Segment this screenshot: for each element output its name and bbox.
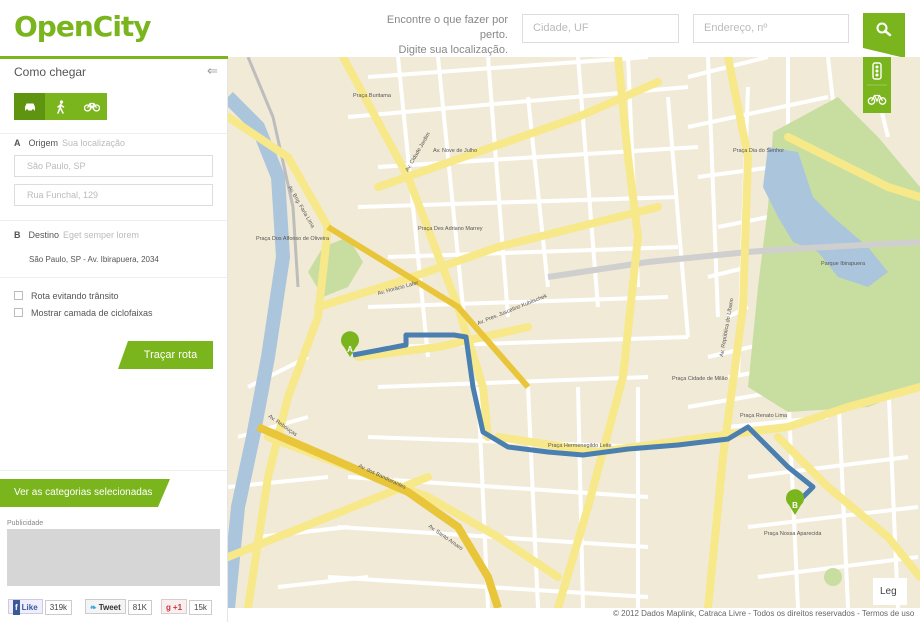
- origin-label: A Origem Sua localização: [14, 138, 125, 148]
- place-label: Praça Cidade de Milão: [672, 376, 728, 382]
- search-hint-line1: Encontre o que fazer por perto.: [386, 14, 508, 41]
- tweet-button[interactable]: ❧ Tweet: [85, 599, 126, 614]
- avoid-traffic-checkbox[interactable]: [14, 291, 23, 300]
- map-view[interactable]: Av. Nove de Julho Av. Pres. Juscelino Ku…: [228, 57, 920, 608]
- tweet-count: 81K: [127, 600, 153, 615]
- google-plus-icon: g: [166, 603, 171, 612]
- destination-title: Destino: [28, 230, 60, 240]
- destination-marker-label: B: [792, 501, 798, 510]
- bicycle-icon[interactable]: [867, 94, 887, 105]
- place-label: Praça Des Adriano Marrey: [418, 226, 483, 232]
- avoid-traffic-option[interactable]: Rota evitando trânsito: [14, 291, 119, 301]
- bike-lanes-option[interactable]: Mostrar camada de ciclofaixas: [14, 308, 153, 318]
- google-plus-count: 15k: [189, 600, 212, 615]
- destination-hint[interactable]: Eget semper lorem: [63, 230, 139, 240]
- logo[interactable]: OpenCity: [14, 10, 152, 43]
- bike-lanes-label: Mostrar camada de ciclofaixas: [31, 308, 153, 318]
- avoid-traffic-label: Rota evitando trânsito: [31, 291, 119, 301]
- origin-title: Origem: [28, 138, 59, 148]
- origin-letter: A: [14, 138, 21, 148]
- place-label: Praça Dos Alfonso de Oliveira: [256, 236, 330, 242]
- advertising-label: Publicidade: [7, 520, 44, 527]
- search-hint-line2: Digite sua localização.: [398, 44, 508, 56]
- car-icon: [24, 103, 35, 112]
- legend-button[interactable]: Leg: [873, 578, 907, 605]
- origin-hint[interactable]: Sua localização: [62, 138, 125, 148]
- map-controls-icons: [867, 62, 887, 105]
- traffic-light-icon[interactable]: [872, 62, 882, 80]
- header: OpenCity Encontre o que fazer por perto.…: [0, 0, 920, 58]
- facebook-icon: f: [13, 600, 20, 615]
- walking-icon: [56, 99, 64, 114]
- divider: [0, 133, 227, 134]
- place-label: Parque Ibirapuera: [821, 261, 866, 267]
- origin-street-input[interactable]: Rua Funchal, 129: [14, 184, 213, 206]
- origin-marker-label: A: [347, 345, 353, 354]
- advertising-banner[interactable]: [7, 529, 220, 586]
- google-plus-widget[interactable]: g +1 15k: [161, 599, 212, 615]
- destination-label: B Destino Eget semper lorem: [14, 230, 139, 240]
- destination-value[interactable]: São Paulo, SP - Av. Ibirapuera, 2034: [29, 255, 159, 264]
- google-plus-label: +1: [172, 603, 183, 612]
- walk-mode-button[interactable]: [45, 93, 76, 120]
- twitter-bird-icon: ❧: [90, 603, 97, 612]
- place-label: Praça Nossa Aparecida: [764, 531, 822, 537]
- transport-mode-selector: [14, 93, 107, 120]
- trace-route-button[interactable]: Traçar rota: [118, 341, 213, 369]
- origin-city-input[interactable]: São Paulo, SP: [14, 155, 213, 177]
- google-plus-button[interactable]: g +1: [161, 599, 188, 614]
- view-categories-button[interactable]: Ver as categorias selecionadas: [0, 479, 170, 507]
- bike-mode-button[interactable]: [76, 93, 107, 120]
- facebook-like-button[interactable]: f Like: [8, 599, 43, 615]
- divider: [0, 277, 227, 278]
- facebook-like-label: Like: [21, 603, 38, 612]
- search-button[interactable]: [863, 13, 905, 58]
- place-label: Praça Hermenegildo Leite: [548, 443, 612, 449]
- destination-letter: B: [14, 230, 21, 240]
- divider: [0, 470, 227, 471]
- map-copyright: © 2012 Dados Maplink, Catraca Livre - To…: [613, 609, 915, 618]
- panel-title: Como chegar: [14, 65, 87, 79]
- back-arrow-icon[interactable]: ⇐: [207, 63, 218, 79]
- street-label: Av. Nove de Julho: [433, 148, 477, 154]
- facebook-like-count: 319k: [44, 600, 73, 615]
- place-label: Praça Renato Lima: [740, 413, 788, 419]
- map-layer-controls: [863, 57, 891, 113]
- place-label: Praça Buritama: [353, 93, 392, 99]
- search-hint: Encontre o que fazer por perto. Digite s…: [362, 13, 508, 58]
- search-icon: [876, 22, 892, 37]
- facebook-like-widget[interactable]: f Like 319k: [8, 599, 73, 615]
- address-input[interactable]: Endereço, nº: [693, 14, 849, 43]
- car-mode-button[interactable]: [14, 93, 45, 120]
- map-canvas[interactable]: Av. Nove de Julho Av. Pres. Juscelino Ku…: [228, 57, 920, 608]
- place-label: Praça Dia do Senhor: [733, 148, 784, 154]
- bike-lanes-checkbox[interactable]: [14, 308, 23, 317]
- divider: [0, 220, 227, 221]
- city-input[interactable]: Cidade, UF: [522, 14, 679, 43]
- directions-panel: Como chegar ⇐ A Origem Sua localização Sã: [0, 59, 228, 622]
- tweet-label: Tweet: [98, 603, 121, 612]
- bicycle-icon: [83, 102, 100, 112]
- tweet-widget[interactable]: ❧ Tweet 81K: [85, 599, 153, 615]
